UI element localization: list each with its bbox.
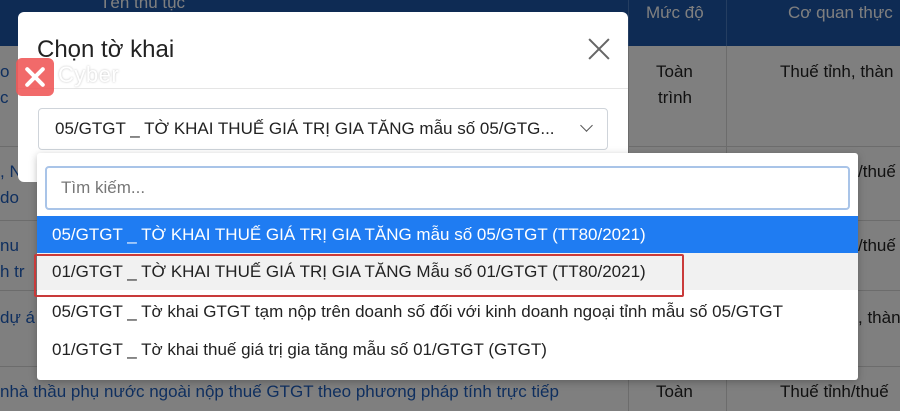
chevron-down-icon xyxy=(580,119,593,132)
dropdown-option[interactable]: 05/GTGT _ TỜ KHAI THUẾ GIÁ TRỊ GIA TĂNG … xyxy=(37,216,858,253)
cyber-logo: Cyber xyxy=(16,58,136,98)
logo-x-icon xyxy=(16,58,54,96)
declaration-select[interactable]: 05/GTGT _ TỜ KHAI THUẾ GIÁ TRỊ GIA TĂNG … xyxy=(38,108,608,150)
dropdown-option[interactable]: 01/GTGT _ Tờ khai thuế giá trị gia tăng … xyxy=(37,331,858,368)
search-input[interactable] xyxy=(45,166,850,210)
logo-text: Cyber xyxy=(58,62,120,87)
close-icon[interactable] xyxy=(584,34,614,64)
declaration-dropdown: 05/GTGT _ TỜ KHAI THUẾ GIÁ TRỊ GIA TĂNG … xyxy=(37,153,858,380)
dropdown-option[interactable]: 05/GTGT _ Tờ khai GTGT tạm nộp trên doan… xyxy=(37,293,858,330)
select-current-value: 05/GTGT _ TỜ KHAI THUẾ GIÁ TRỊ GIA TĂNG … xyxy=(55,119,555,138)
dropdown-option[interactable]: 01/GTGT _ TỜ KHAI THUẾ GIÁ TRỊ GIA TĂNG … xyxy=(37,253,858,290)
